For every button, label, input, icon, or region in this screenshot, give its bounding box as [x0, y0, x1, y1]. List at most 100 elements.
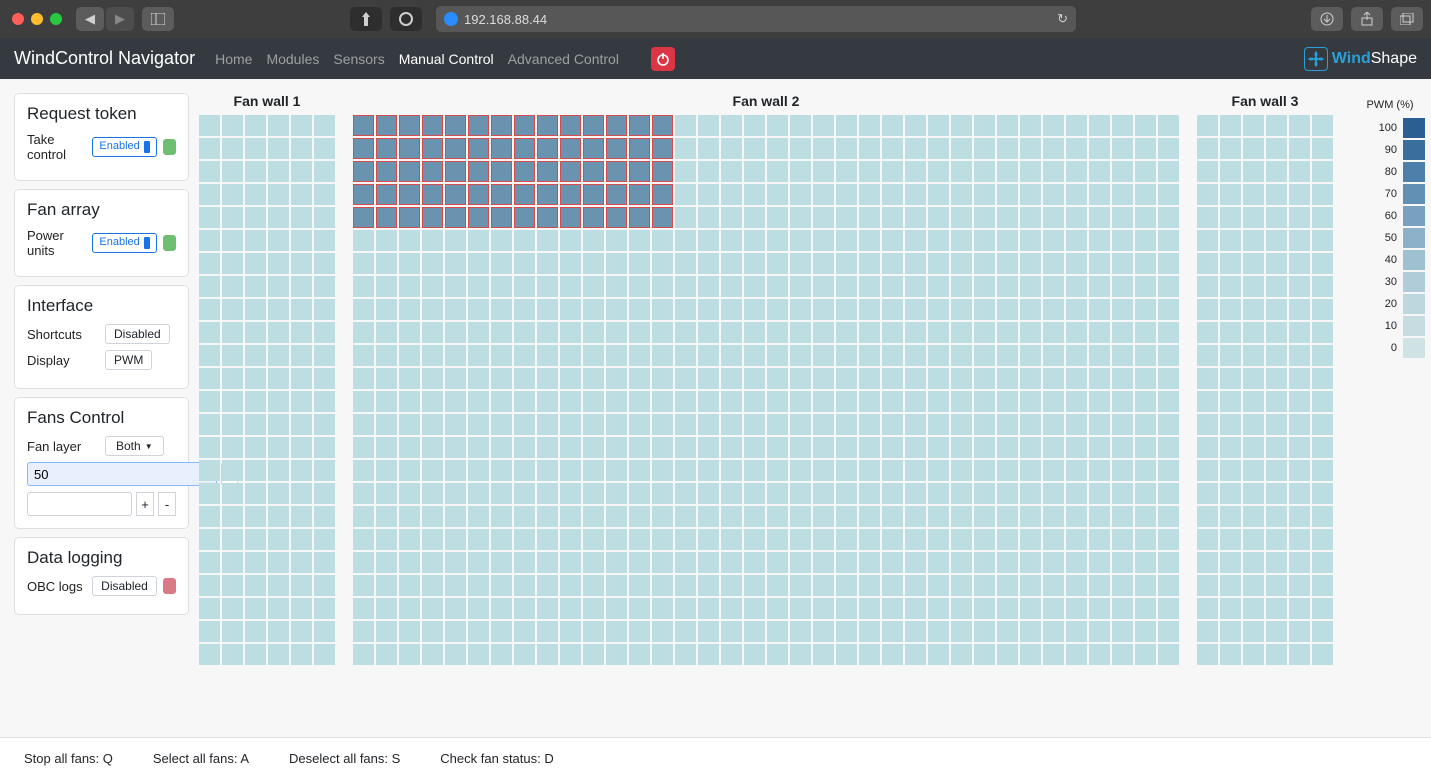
fan-cell[interactable] — [951, 368, 972, 389]
fan-cell[interactable] — [514, 368, 535, 389]
fan-cell[interactable] — [997, 414, 1018, 435]
fan-cell[interactable] — [1312, 621, 1333, 642]
fan-cell[interactable] — [245, 253, 266, 274]
fan-cell[interactable] — [790, 460, 811, 481]
fan-cell[interactable] — [399, 437, 420, 458]
fan-cell[interactable] — [268, 161, 289, 182]
fan-cell[interactable] — [744, 115, 765, 136]
fan-cell[interactable] — [1135, 391, 1156, 412]
fan-cell[interactable] — [629, 184, 650, 205]
fan-cell[interactable] — [1220, 299, 1241, 320]
fan-cell[interactable] — [514, 437, 535, 458]
fan-cell[interactable] — [1243, 598, 1264, 619]
fan-cell[interactable] — [199, 276, 220, 297]
fan-cell[interactable] — [1089, 368, 1110, 389]
fan-cell[interactable] — [629, 644, 650, 665]
fan-cell[interactable] — [951, 253, 972, 274]
fan-cell[interactable] — [353, 299, 374, 320]
fan-cell[interactable] — [537, 230, 558, 251]
fan-cell[interactable] — [1043, 230, 1064, 251]
fan-cell[interactable] — [1112, 161, 1133, 182]
fan-cell[interactable] — [583, 506, 604, 527]
fan-cell[interactable] — [399, 276, 420, 297]
fan-cell[interactable] — [514, 161, 535, 182]
fan-cell[interactable] — [445, 621, 466, 642]
fan-cell[interactable] — [652, 253, 673, 274]
fan-cell[interactable] — [1089, 437, 1110, 458]
fan-cell[interactable] — [836, 207, 857, 228]
fan-cell[interactable] — [1158, 506, 1179, 527]
fan-cell[interactable] — [514, 184, 535, 205]
fan-cell[interactable] — [675, 115, 696, 136]
fan-cell[interactable] — [721, 621, 742, 642]
fan-cell[interactable] — [199, 115, 220, 136]
fan-cell[interactable] — [1158, 460, 1179, 481]
fan-cell[interactable] — [744, 644, 765, 665]
fan-cell[interactable] — [514, 276, 535, 297]
fan-cell[interactable] — [652, 322, 673, 343]
fan-cell[interactable] — [905, 345, 926, 366]
fan-cell[interactable] — [376, 575, 397, 596]
fan-cell[interactable] — [859, 230, 880, 251]
fan-cell[interactable] — [836, 184, 857, 205]
fan-cell[interactable] — [767, 644, 788, 665]
fan-cell[interactable] — [353, 483, 374, 504]
fan-cell[interactable] — [268, 598, 289, 619]
take-control-toggle[interactable]: Enabled — [92, 137, 156, 156]
fan-cell[interactable] — [1135, 598, 1156, 619]
fan-cell[interactable] — [1220, 506, 1241, 527]
fan-cell[interactable] — [583, 115, 604, 136]
fan-cell[interactable] — [997, 529, 1018, 550]
fan-cell[interactable] — [905, 184, 926, 205]
fan-cell[interactable] — [744, 299, 765, 320]
fan-cell[interactable] — [1043, 161, 1064, 182]
fan-cell[interactable] — [997, 644, 1018, 665]
fan-cell[interactable] — [1197, 483, 1218, 504]
fan-grid[interactable] — [353, 115, 1179, 665]
fan-cell[interactable] — [836, 138, 857, 159]
fan-cell[interactable] — [652, 161, 673, 182]
fan-cell[interactable] — [905, 598, 926, 619]
fan-cell[interactable] — [1158, 253, 1179, 274]
minimize-window-icon[interactable] — [31, 13, 43, 25]
shortcuts-toggle[interactable]: Disabled — [105, 324, 170, 344]
fan-cell[interactable] — [491, 391, 512, 412]
fan-cell[interactable] — [1043, 322, 1064, 343]
fan-cell[interactable] — [1158, 391, 1179, 412]
fan-cell[interactable] — [291, 598, 312, 619]
fan-cell[interactable] — [721, 644, 742, 665]
fan-cell[interactable] — [744, 506, 765, 527]
fan-cell[interactable] — [928, 253, 949, 274]
fan-cell[interactable] — [813, 575, 834, 596]
fan-cell[interactable] — [222, 230, 243, 251]
fan-cell[interactable] — [836, 529, 857, 550]
fan-cell[interactable] — [514, 644, 535, 665]
fan-cell[interactable] — [767, 207, 788, 228]
fan-cell[interactable] — [1135, 575, 1156, 596]
fan-cell[interactable] — [928, 598, 949, 619]
fan-cell[interactable] — [222, 391, 243, 412]
fan-cell[interactable] — [353, 460, 374, 481]
fan-cell[interactable] — [245, 598, 266, 619]
fan-cell[interactable] — [1112, 230, 1133, 251]
fan-cell[interactable] — [721, 368, 742, 389]
fan-cell[interactable] — [744, 621, 765, 642]
fan-cell[interactable] — [1089, 322, 1110, 343]
fan-cell[interactable] — [997, 299, 1018, 320]
fan-cell[interactable] — [1043, 345, 1064, 366]
fan-cell[interactable] — [951, 138, 972, 159]
fan-cell[interactable] — [859, 575, 880, 596]
fan-cell[interactable] — [268, 345, 289, 366]
fan-cell[interactable] — [268, 506, 289, 527]
fan-cell[interactable] — [767, 621, 788, 642]
fan-cell[interactable] — [583, 161, 604, 182]
fan-cell[interactable] — [1066, 368, 1087, 389]
fan-cell[interactable] — [629, 276, 650, 297]
fan-cell[interactable] — [951, 345, 972, 366]
fan-cell[interactable] — [652, 207, 673, 228]
fan-cell[interactable] — [1066, 138, 1087, 159]
fan-cell[interactable] — [1066, 437, 1087, 458]
fan-cell[interactable] — [399, 575, 420, 596]
fan-cell[interactable] — [1289, 598, 1310, 619]
fan-cell[interactable] — [997, 460, 1018, 481]
